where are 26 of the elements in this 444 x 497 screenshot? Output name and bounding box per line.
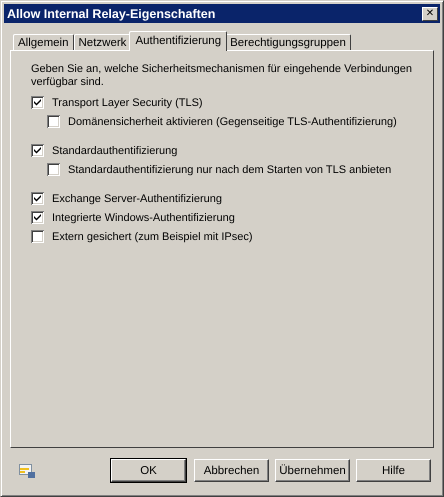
checkbox[interactable] [31, 230, 44, 243]
tab[interactable]: Berechtigungsgruppen [225, 34, 351, 50]
option-label: Standardauthentifizierung [52, 144, 178, 156]
tab[interactable]: Allgemein [13, 34, 74, 50]
window-title: Allow Internal Relay-Eigenschaften [7, 6, 216, 20]
option-label: Extern gesichert (zum Beispiel mit IPsec) [52, 230, 253, 242]
tab[interactable]: Authentifizierung [129, 31, 228, 51]
checkbox[interactable] [31, 144, 44, 157]
option-label: Transport Layer Security (TLS) [52, 96, 203, 108]
close-button[interactable]: ✕ [422, 6, 438, 20]
option-label: Domänensicherheit aktivieren (Gegenseitige TLS-Authentifizierung) [68, 116, 397, 128]
dialog-button[interactable]: Abbrechen [194, 459, 269, 482]
checkbox[interactable] [31, 96, 44, 109]
option-label: Integrierte Windows-Authentifizierung [52, 212, 235, 224]
dialog-button[interactable]: Hilfe [356, 459, 431, 482]
option-label: Standardauthentifizierung nur nach dem Starten von TLS anbieten [68, 164, 392, 176]
dialog-button[interactable]: OK [111, 459, 186, 482]
dialog-button[interactable]: Übernehmen [275, 459, 350, 482]
checkbox[interactable] [47, 163, 60, 176]
option-label: Exchange Server-Authentifizierung [52, 192, 222, 204]
tab[interactable]: Netzwerk [74, 34, 132, 50]
checkbox[interactable] [47, 115, 60, 128]
properties-icon [19, 464, 35, 478]
checkbox[interactable] [31, 192, 44, 205]
checkbox[interactable] [31, 211, 44, 224]
intro-text: Geben Sie an, welche Sicherheitsmechanismen für eingehende Verbindungen verfügbar sind. [31, 63, 413, 89]
